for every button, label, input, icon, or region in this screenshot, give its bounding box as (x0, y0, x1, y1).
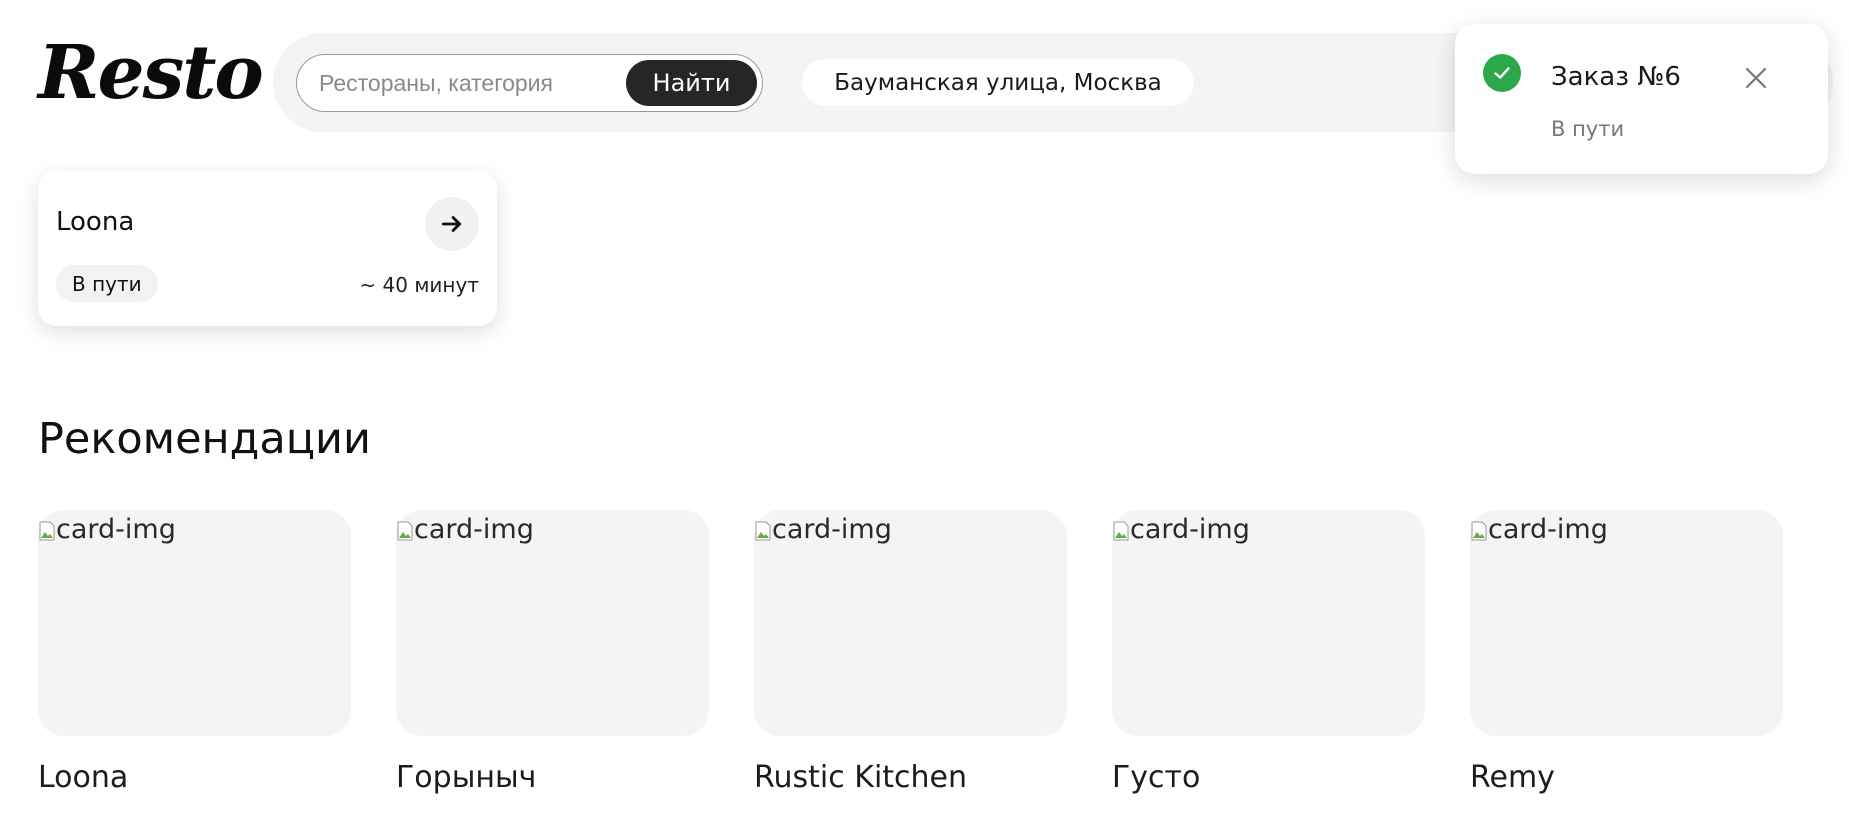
logo[interactable]: Resto (38, 36, 264, 110)
restaurant-card[interactable]: card-img Густо (1112, 510, 1425, 795)
check-circle-icon (1483, 54, 1521, 92)
search-box: Найти (296, 54, 763, 112)
card-image[interactable]: card-img (754, 510, 1067, 736)
broken-image-icon (1471, 521, 1487, 540)
toast-title: Заказ №6 (1551, 62, 1681, 92)
restaurant-card[interactable]: card-img Горыныч (396, 510, 709, 795)
broken-image-icon (1113, 521, 1129, 540)
order-toast: Заказ №6 В пути (1455, 24, 1828, 174)
close-icon[interactable] (1740, 62, 1772, 94)
restaurant-name: Loona (38, 760, 129, 795)
restaurant-card[interactable]: card-img Rustic Kitchen (754, 510, 1067, 795)
broken-image-icon (397, 521, 413, 540)
toast-subtitle: В пути (1551, 117, 1625, 141)
arrow-right-icon[interactable] (425, 197, 479, 251)
card-image-alt: card-img (754, 514, 892, 545)
order-status-badge: В пути (56, 265, 158, 302)
card-image-alt: card-img (1470, 514, 1608, 545)
order-eta: ~ 40 минут (359, 273, 479, 297)
search-button[interactable]: Найти (626, 60, 757, 106)
restaurant-name: Remy (1470, 760, 1555, 795)
broken-image-icon (755, 521, 771, 540)
restaurant-name: Горыныч (396, 760, 537, 795)
card-image[interactable]: card-img (38, 510, 351, 736)
address-selector[interactable]: Бауманская улица, Москва (802, 59, 1194, 106)
card-image[interactable]: card-img (1112, 510, 1425, 736)
card-image-alt: card-img (396, 514, 534, 545)
card-image-alt: card-img (1112, 514, 1250, 545)
restaurant-name: Густо (1112, 760, 1201, 795)
card-image-alt: card-img (38, 514, 176, 545)
card-image[interactable]: card-img (396, 510, 709, 736)
active-order-card[interactable]: Loona В пути ~ 40 минут (38, 171, 497, 326)
restaurant-name: Rustic Kitchen (754, 760, 968, 795)
order-restaurant-name: Loona (56, 207, 135, 237)
recommendations-title: Рекомендации (38, 414, 371, 464)
search-input[interactable] (319, 55, 609, 111)
page: Resto Найти Бауманская улица, Москва Loo… (0, 0, 1849, 814)
restaurant-card[interactable]: card-img Loona (38, 510, 351, 795)
restaurant-card[interactable]: card-img Remy (1470, 510, 1783, 795)
card-image[interactable]: card-img (1470, 510, 1783, 736)
broken-image-icon (39, 521, 55, 540)
